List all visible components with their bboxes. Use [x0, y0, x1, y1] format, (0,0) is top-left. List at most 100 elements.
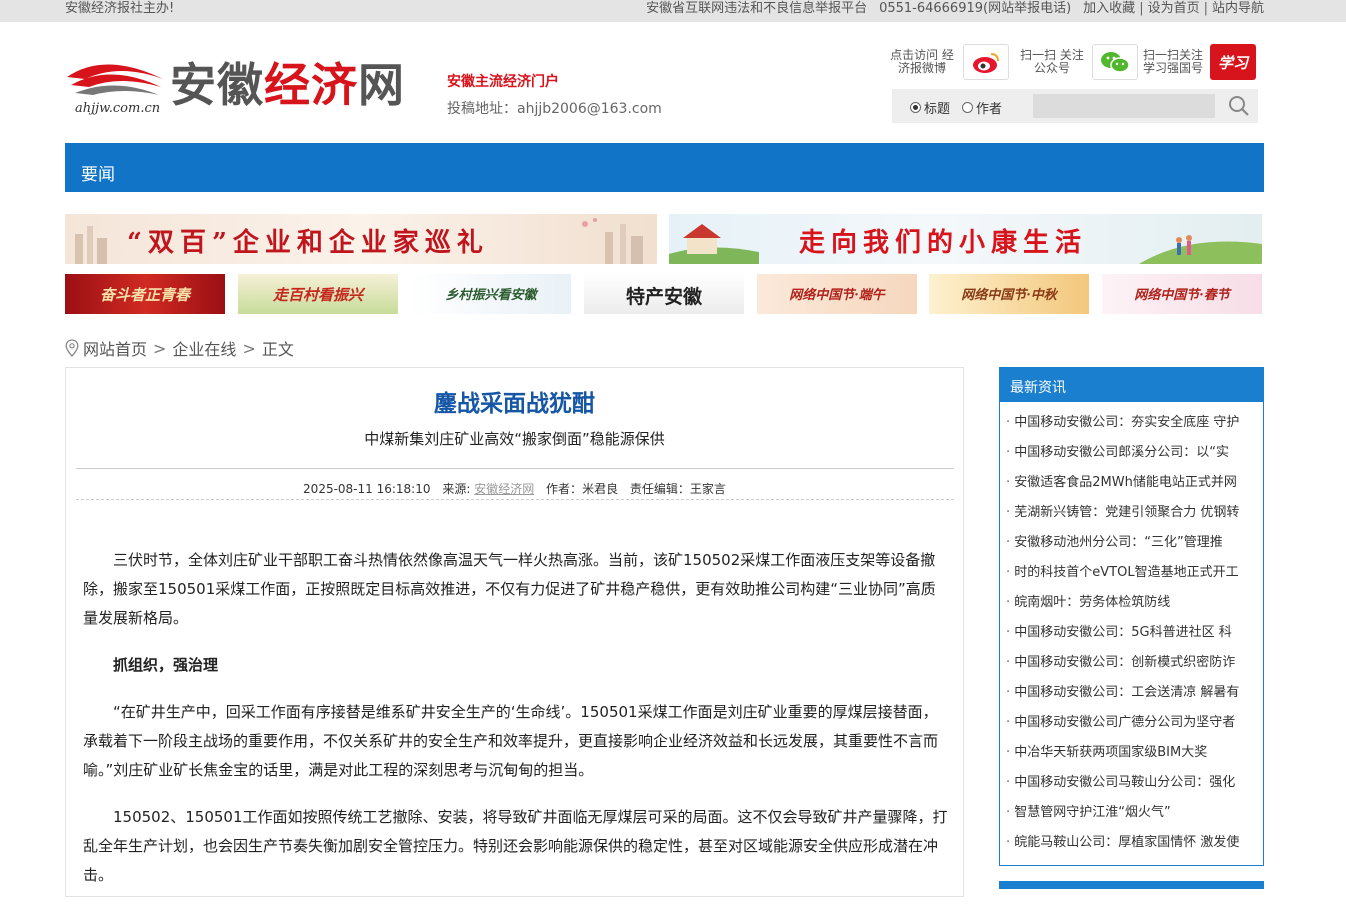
xuexi-logo-icon[interactable]: 学习 — [1210, 44, 1256, 80]
article-editor: 王家言 — [689, 482, 726, 496]
banner-small-2[interactable]: 走百村看振兴 — [238, 274, 398, 314]
banner-shuangbai[interactable]: “双百”企业和企业家巡礼 — [65, 214, 657, 264]
set-homepage-link[interactable]: 设为首页 — [1148, 0, 1200, 17]
location-pin-icon — [65, 339, 79, 357]
banner-small-5-text: 网络中国节·端午 — [789, 288, 885, 303]
search-input[interactable] — [1033, 94, 1215, 118]
divider: | — [1203, 1, 1208, 16]
news-item[interactable]: 安徽移动池州分公司：“三化”管理推 — [1006, 528, 1258, 558]
latest-news-panel: 最新资讯 中国移动安徽公司：夯实安全底座 守护 中国移动安徽公司郎溪分公司：以“… — [999, 367, 1264, 866]
news-item[interactable]: 中冶华天斩获两项国家级BIM大奖 — [1006, 738, 1258, 768]
divider — [76, 499, 954, 500]
news-item[interactable]: 中国移动安徽公司：创新模式织密防诈 — [1006, 648, 1258, 678]
editor-label: 责任编辑： — [629, 482, 690, 496]
main-nav: 要闻 — [65, 143, 1264, 192]
article-source-link[interactable]: 安徽经济网 — [474, 482, 534, 496]
article-subheading: 抓组织，强治理 — [113, 656, 219, 674]
banner-xiaokang[interactable]: 走向我们的小康生活 — [669, 214, 1262, 264]
news-item[interactable]: 中国移动安徽公司：夯实安全底座 守护 — [1006, 408, 1258, 438]
banner-small-6[interactable]: 网络中国节·中秋 — [929, 274, 1089, 314]
report-phone: 0551-64666919(网站举报电话) — [879, 1, 1072, 16]
banner-small-7-text: 网络中国节·春节 — [1134, 288, 1230, 303]
article-title: 鏖战采面战犹酣 — [434, 391, 595, 417]
banner-small-1[interactable]: 奋斗者正青春 — [65, 274, 225, 314]
breadcrumb-current: 正文 — [261, 340, 294, 359]
top-bar: 安徽经济报社主办! 安徽省互联网违法和不良信息举报平台 0551-6466691… — [0, 0, 1346, 22]
wechat-text: 扫一扫 关注公众号 — [1020, 48, 1084, 75]
banner-small-6-text: 网络中国节·中秋 — [961, 288, 1057, 303]
weibo-block[interactable]: 点击访问 经济报微博 — [889, 42, 1009, 82]
search-option-author[interactable]: 作者 — [962, 98, 1002, 117]
logo-domain: ahjjw.com.cn — [75, 101, 161, 116]
divider: | — [1139, 1, 1144, 16]
divider — [76, 468, 954, 469]
logo-text-anhui: 安徽 — [170, 58, 264, 112]
article-paragraph: “在矿井生产中，回采工作面有序接替是维系矿井安全生产的‘生命线’。150501采… — [83, 703, 939, 779]
logo-wordmark: 安徽经济网 — [170, 59, 405, 111]
utility-links: 加入收藏 | 设为首页 | 站内导航 — [1083, 0, 1264, 17]
breadcrumb-section[interactable]: 企业在线 — [172, 336, 236, 360]
add-favorite-link[interactable]: 加入收藏 — [1083, 0, 1135, 17]
xuexi-text: 扫一扫关注 学习强国号 — [1142, 48, 1203, 75]
article-author: 米君良 — [582, 482, 619, 496]
latest-news-title: 最新资讯 — [1000, 368, 1263, 402]
report-platform-link[interactable]: 安徽省互联网违法和不良信息举报平台 — [646, 0, 867, 17]
article-paragraph: 三伏时节，全体刘庄矿业干部职工奋斗热情依然像高温天气一样火热高涨。当前，该矿15… — [83, 551, 936, 627]
xuexi-block[interactable]: 扫一扫关注 学习强国号 学习 — [1142, 42, 1256, 82]
banner-small-1-text: 奋斗者正青春 — [99, 286, 190, 304]
logo-text-wang: 网 — [358, 58, 405, 112]
search-option-author-label: 作者 — [976, 102, 1003, 117]
search-option-title[interactable]: 标题 — [910, 98, 950, 117]
news-item[interactable]: 安徽适客食品2MWh储能电站正式并网 — [1006, 468, 1258, 498]
news-item[interactable]: 中国移动安徽公司：工会送清凉 解暑有 — [1006, 678, 1258, 708]
source-label: 来源: — [442, 482, 471, 496]
radio-selected-icon — [910, 102, 921, 113]
banner-small-4[interactable]: 特产安徽 — [584, 274, 744, 314]
wechat-block[interactable]: 扫一扫 关注公众号 — [1020, 42, 1138, 82]
news-item[interactable]: 芜湖新兴铸管：党建引领聚合力 优钢转 — [1006, 498, 1258, 528]
logo-swoosh-icon — [67, 64, 163, 95]
logo-text-jingji: 经济 — [264, 58, 358, 112]
news-item[interactable]: 中国移动安徽公司：5G科普进社区 科 — [1006, 618, 1258, 648]
weibo-text: 点击访问 经济报微博 — [890, 48, 954, 75]
banner-shuangbai-text: “双百”企业和企业家巡礼 — [127, 228, 489, 258]
author-label: 作者： — [546, 482, 583, 496]
banner-xiaokang-text: 走向我们的小康生活 — [799, 228, 1088, 258]
news-item[interactable]: 智慧管网守护江淮“烟火气” — [1006, 798, 1258, 828]
weibo-icon[interactable] — [963, 44, 1009, 80]
article-panel: 鏖战采面战犹酣 中煤新集刘庄矿业高效“搬家倒面”稳能源保供 2025-08-11… — [65, 367, 964, 897]
search-icon — [1229, 96, 1249, 116]
banner-small-4-text: 特产安徽 — [625, 286, 702, 308]
site-nav-link[interactable]: 站内导航 — [1212, 0, 1264, 17]
top-links: 安徽省互联网违法和不良信息举报平台 0551-64666919(网站举报电话) … — [646, 0, 1264, 17]
nav-item-news[interactable]: 要闻 — [81, 160, 115, 185]
search-button[interactable] — [1226, 94, 1252, 118]
search-option-title-label: 标题 — [924, 102, 951, 117]
breadcrumb-separator: > — [242, 338, 256, 358]
latest-news-list: 中国移动安徽公司：夯实安全底座 守护 中国移动安徽公司郎溪分公司：以“实 安徽适… — [1000, 402, 1263, 858]
breadcrumb: 网站首页 > 企业在线 > 正文 — [65, 336, 294, 360]
news-item[interactable]: 中国移动安徽公司郎溪分公司：以“实 — [1006, 438, 1258, 468]
news-item[interactable]: 皖南烟叶：劳务体检筑防线 — [1006, 588, 1258, 618]
banner-small-2-text: 走百村看振兴 — [272, 286, 363, 304]
site-slogan: 安徽主流经济门户 — [447, 74, 559, 90]
article-body: 三伏时节，全体刘庄矿业干部职工奋斗热情依然像高温天气一样火热高涨。当前，该矿15… — [83, 546, 949, 908]
news-item[interactable]: 时的科技首个eVTOL智造基地正式开工 — [1006, 558, 1258, 588]
wechat-icon[interactable] — [1092, 44, 1138, 80]
radio-unselected-icon — [962, 102, 973, 113]
news-item[interactable]: 中国移动安徽公司广德分公司为坚守者 — [1006, 708, 1258, 738]
article-datetime: 2025-08-11 16:18:10 — [303, 482, 431, 496]
article-subtitle: 中煤新集刘庄矿业高效“搬家倒面”稳能源保供 — [364, 430, 665, 448]
banner-small-5[interactable]: 网络中国节·端午 — [757, 274, 917, 314]
breadcrumb-home[interactable]: 网站首页 — [83, 336, 147, 360]
search-bar: 标题 作者 — [892, 89, 1258, 123]
site-logo[interactable]: ahjjw.com.cn 安徽经济网 — [65, 45, 425, 123]
article-meta: 2025-08-11 16:18:10 来源: 安徽经济网 作者：米君良 责任编… — [66, 480, 963, 497]
banner-small-3-text: 乡村振兴看安徽 — [445, 288, 537, 303]
banner-small-7[interactable]: 网络中国节·春节 — [1102, 274, 1262, 314]
article-paragraph: 150502、150501工作面如按照传统工艺撤除、安装，将导致矿井面临无厚煤层… — [83, 808, 948, 884]
news-item[interactable]: 皖能马鞍山公司：厚植家国情怀 激发使 — [1006, 828, 1258, 858]
banner-small-3[interactable]: 乡村振兴看安徽 — [411, 274, 571, 314]
news-item[interactable]: 中国移动安徽公司马鞍山分公司：强化 — [1006, 768, 1258, 798]
next-panel-header — [999, 881, 1264, 889]
